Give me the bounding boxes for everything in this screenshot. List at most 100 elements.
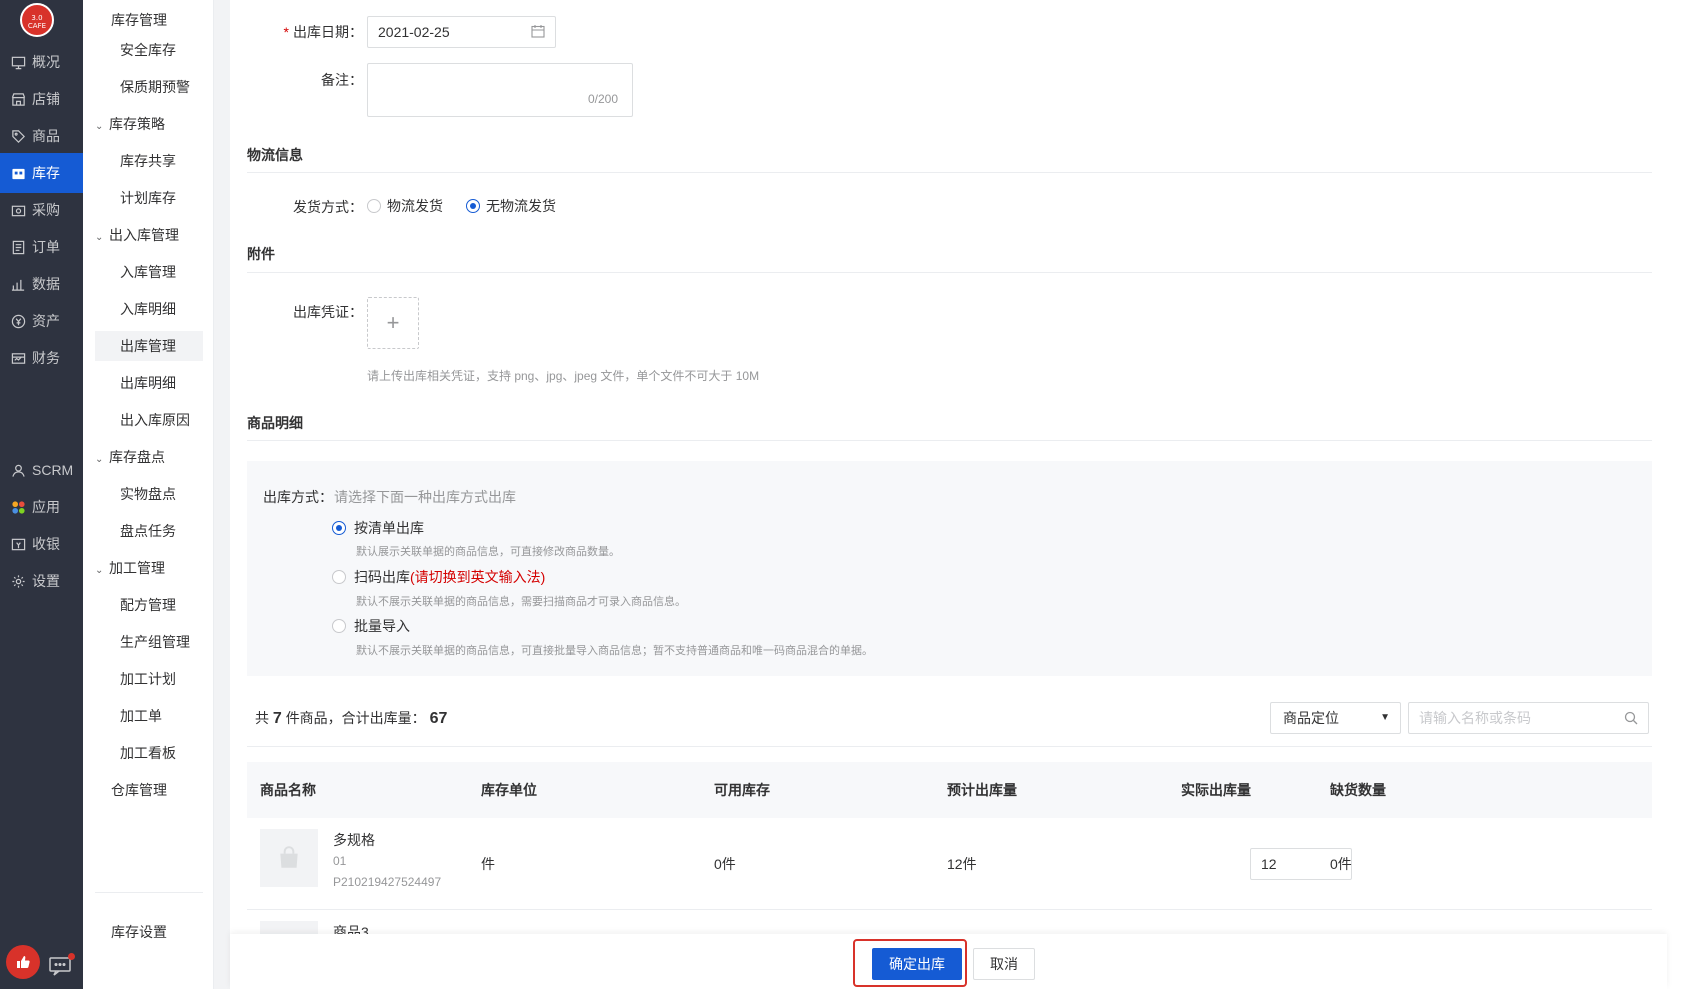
subnav-item-share[interactable]: 库存共享 xyxy=(95,146,203,176)
subnav-divider xyxy=(95,892,203,893)
scrollbar[interactable] xyxy=(1676,0,1689,989)
subnav-item-outbound-detail[interactable]: 出库明细 xyxy=(95,368,203,398)
subnav-item-safety-stock[interactable]: 安全库存 xyxy=(95,35,203,65)
date-value: 2021-02-25 xyxy=(378,24,450,40)
col-unit: 库存单位 xyxy=(481,782,537,798)
nav-item-asset[interactable]: 资产 xyxy=(0,301,83,341)
radio-circle xyxy=(367,199,381,213)
subnav-group-stocktake[interactable]: ⌄ 库存盘点 xyxy=(95,442,165,472)
radio-circle xyxy=(332,570,346,584)
chevron-down-icon: ⌄ xyxy=(95,565,104,576)
remark-textarea[interactable]: 0/200 xyxy=(367,63,633,117)
locate-select[interactable]: 商品定位 ▼ xyxy=(1270,702,1401,734)
summary-mid: 件商品，合计出库量： xyxy=(285,710,426,726)
remark-label: 备注： xyxy=(321,72,363,88)
radio-circle-selected xyxy=(466,199,480,213)
subnav-item-production-group[interactable]: 生产组管理 xyxy=(95,627,203,657)
section-divider xyxy=(247,440,1652,441)
apps-icon xyxy=(10,499,26,515)
nav-item-settings[interactable]: 设置 xyxy=(0,561,83,601)
nav-label: 订单 xyxy=(32,239,60,255)
subnav-item-process-plan[interactable]: 加工计划 xyxy=(95,664,203,694)
nav-item-finance[interactable]: 财务 xyxy=(0,338,83,378)
nav-item-purchase[interactable]: 采购 xyxy=(0,190,83,230)
subnav-group-processing[interactable]: ⌄ 加工管理 xyxy=(95,553,165,583)
subnav-item-count-task[interactable]: 盘点任务 xyxy=(95,516,203,546)
summary-total: 67 xyxy=(429,710,448,727)
upload-button[interactable]: + xyxy=(367,297,419,349)
subnav-item-recipe[interactable]: 配方管理 xyxy=(95,590,203,620)
subnav-group-label: 加工管理 xyxy=(109,560,165,576)
nav-item-scrm[interactable]: SCRM xyxy=(0,450,83,490)
thumbs-up-icon[interactable] xyxy=(6,945,40,979)
summary-divider xyxy=(247,746,1652,747)
subnav-item-inventory-settings[interactable]: 库存设置 xyxy=(95,917,167,947)
search-placeholder: 请输入名称或条码 xyxy=(1419,710,1531,726)
nav-item-cashier[interactable]: 收银 xyxy=(0,524,83,564)
col-shortage: 缺货数量 xyxy=(1330,782,1386,798)
subnav-item-process-order[interactable]: 加工单 xyxy=(95,701,203,731)
mode-option-list[interactable]: 按清单出库 xyxy=(332,518,424,538)
plus-icon: + xyxy=(386,310,400,335)
confirm-outbound-button[interactable]: 确定出库 xyxy=(872,948,962,980)
nav-item-inventory[interactable]: 库存 xyxy=(0,153,83,193)
nav-item-order[interactable]: 订单 xyxy=(0,227,83,267)
nav-label: 设置 xyxy=(32,573,60,589)
subnav-item-outbound[interactable]: 出库管理 xyxy=(95,331,203,361)
nav-item-apps[interactable]: 应用 xyxy=(0,487,83,527)
nav-item-store[interactable]: 店铺 xyxy=(0,79,83,119)
cashier-icon xyxy=(10,536,26,552)
search-icon xyxy=(1624,711,1638,725)
shipping-method-label: 发货方式： xyxy=(293,199,363,215)
mode-option-scan[interactable]: 扫码出库(请切换到英文输入法) xyxy=(332,567,545,587)
product-thumbnail xyxy=(260,921,318,935)
radio-logistics[interactable]: 物流发货 xyxy=(367,196,443,216)
mode-option-title: 批量导入 xyxy=(354,618,410,634)
subnav-item-warehouse[interactable]: 仓库管理 xyxy=(95,775,167,805)
warehouse-icon xyxy=(10,165,26,181)
subnav-item-reason[interactable]: 出入库原因 xyxy=(95,405,203,435)
date-field[interactable]: 2021-02-25 xyxy=(367,16,556,48)
nav-label: SCRM xyxy=(32,462,74,478)
caret-down-icon: ▼ xyxy=(1380,712,1390,723)
calendar-icon xyxy=(531,25,545,38)
mode-option-import[interactable]: 批量导入 xyxy=(332,616,410,636)
action-footer: 确定出库 取消 xyxy=(230,934,1667,989)
subnav-item-process-board[interactable]: 加工看板 xyxy=(95,738,203,768)
subnav-group-strategy[interactable]: ⌄ 库存策略 xyxy=(95,109,165,139)
subnav-item-inbound[interactable]: 入库管理 xyxy=(95,257,203,287)
nav-label: 商品 xyxy=(32,128,60,144)
cancel-button[interactable]: 取消 xyxy=(973,948,1035,980)
date-label-text: 出库日期： xyxy=(293,24,363,40)
mode-option-warning: (请切换到英文输入法) xyxy=(410,569,546,585)
subnav-group-label: 库存策略 xyxy=(109,116,165,132)
nav-item-overview[interactable]: 概况 xyxy=(0,42,83,82)
locate-select-value: 商品定位 xyxy=(1283,710,1339,726)
nav-item-data[interactable]: 数据 xyxy=(0,264,83,304)
col-expected: 预计出库量 xyxy=(947,782,1017,798)
col-name: 商品名称 xyxy=(260,782,316,798)
subnav-item-physical-count[interactable]: 实物盘点 xyxy=(95,479,203,509)
subnav-item-plan[interactable]: 计划库存 xyxy=(95,183,203,213)
chevron-down-icon: ⌄ xyxy=(95,454,104,465)
radio-label: 物流发货 xyxy=(387,198,443,214)
upload-hint: 请上传出库相关凭证，支持 png、jpg、jpeg 文件，单个文件不可大于 10… xyxy=(367,369,760,383)
search-input[interactable]: 请输入名称或条码 xyxy=(1408,702,1649,734)
subnav-item-shelf-life[interactable]: 保质期预警 xyxy=(95,72,203,102)
radio-no-logistics[interactable]: 无物流发货 xyxy=(466,196,556,216)
mode-option-title: 按清单出库 xyxy=(354,520,424,536)
subnav-item-inbound-detail[interactable]: 入库明细 xyxy=(95,294,203,324)
monitor-icon xyxy=(10,54,26,70)
nav-item-goods[interactable]: 商品 xyxy=(0,116,83,156)
product-unit: 件 xyxy=(481,856,495,872)
logo-line-2: CAFE xyxy=(27,22,47,30)
brand-logo[interactable]: 3.0 CAFE xyxy=(20,3,54,37)
outbound-mode-panel: 出库方式： 请选择下面一种出库方式出库 按清单出库 默认展示关联单据的商品信息，… xyxy=(247,461,1652,676)
subnav-group-inout[interactable]: ⌄ 出入库管理 xyxy=(95,220,179,250)
chart-icon xyxy=(10,276,26,292)
subnav-title: 库存管理 xyxy=(111,12,167,28)
product-name: 多规格 xyxy=(333,832,375,848)
nav-label: 采购 xyxy=(32,202,60,218)
goods-summary: 共 7 件商品，合计出库量： 67 xyxy=(255,708,447,728)
section-title-logistics: 物流信息 xyxy=(247,147,303,163)
